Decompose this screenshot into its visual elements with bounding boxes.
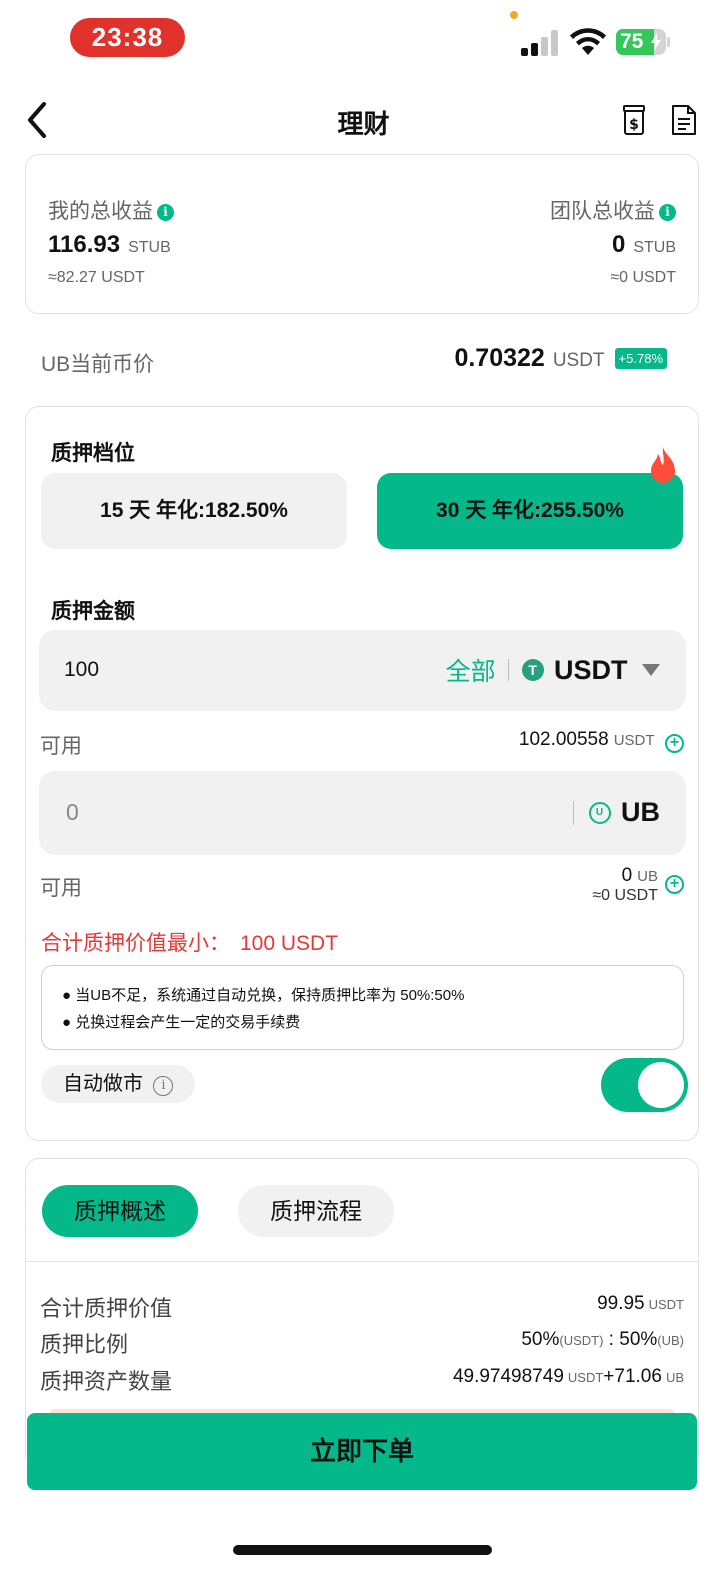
assets-ub-unit: UB bbox=[665, 1370, 684, 1385]
ub-available-approx: ≈0 USDT bbox=[592, 887, 658, 904]
ub-amount-field[interactable]: 0 U UB bbox=[39, 771, 686, 855]
assets-ub: +71.06 bbox=[603, 1366, 662, 1387]
min-stake-value: 100 USDT bbox=[240, 932, 339, 955]
assets-row: 49.97498749 USDT+71.06 UB bbox=[453, 1366, 684, 1388]
page-title: 理财 bbox=[337, 109, 390, 139]
note-text: 兑换过程会产生一定的交易手续费 bbox=[75, 1014, 301, 1031]
usdt-amount-input[interactable]: 100 bbox=[64, 658, 99, 682]
tier-15-day-button[interactable]: 15 天 年化:182.50% bbox=[41, 473, 347, 549]
assets-usdt-unit: USDT bbox=[567, 1370, 604, 1385]
team-earnings-label: 团队总收益 bbox=[550, 200, 655, 223]
ratio-row: 50%(USDT) : 50%(UB) bbox=[521, 1329, 684, 1351]
ratio-label: 质押比例 bbox=[40, 1332, 129, 1357]
total-value-unit: USDT bbox=[648, 1297, 684, 1312]
info-outline-icon[interactable]: i bbox=[153, 1076, 174, 1096]
note-item: ● 兑换过程会产生一定的交易手续费 bbox=[62, 1014, 301, 1031]
notes-box: ● 当UB不足，系统通过自动兑换，保持质押比率为 50%:50% ● 兑换过程会… bbox=[41, 965, 684, 1050]
ub-available-unit: UB bbox=[637, 868, 658, 885]
tab-stake-overview[interactable]: 质押概述 bbox=[42, 1185, 198, 1237]
privacy-indicator-dot bbox=[510, 11, 518, 19]
ratio-right: 50% bbox=[619, 1329, 658, 1350]
charging-bolt-icon bbox=[651, 33, 661, 51]
my-earnings-approx: ≈82.27 USDT bbox=[48, 269, 145, 286]
auto-market-label: 自动做市 bbox=[63, 1073, 143, 1095]
battery-tip bbox=[667, 37, 670, 47]
fire-icon bbox=[651, 447, 675, 483]
team-earnings-approx: ≈0 USDT bbox=[610, 269, 676, 286]
ratio-right-unit: (UB) bbox=[657, 1333, 684, 1348]
ratio-left-unit: (USDT) bbox=[559, 1333, 604, 1348]
battery-level: 75 bbox=[620, 30, 644, 53]
ub-available-block: 0 UB ≈0 USDT bbox=[592, 865, 658, 905]
ratio-separator: : bbox=[603, 1329, 620, 1350]
my-earnings-value-row: 116.93 STUB bbox=[48, 231, 171, 259]
battery-icon: 75 bbox=[616, 29, 666, 55]
divider bbox=[573, 800, 575, 825]
note-text: 当UB不足，系统通过自动兑换，保持质押比率为 50%:50% bbox=[75, 987, 465, 1004]
team-earnings: 团队总收益 i bbox=[550, 195, 676, 225]
dropdown-caret-icon[interactable] bbox=[642, 664, 660, 676]
usdt-available-value: 102.00558 bbox=[518, 729, 609, 750]
my-earnings-unit: STUB bbox=[128, 239, 171, 256]
ub-available-label: 可用 bbox=[40, 877, 82, 900]
place-order-button[interactable]: 立即下单 bbox=[27, 1413, 697, 1490]
team-earnings-value-row: 0 STUB bbox=[612, 231, 676, 259]
assets-label: 质押资产数量 bbox=[40, 1369, 173, 1394]
min-stake-notice: 合计质押价值最小： 100 USDT bbox=[41, 927, 338, 957]
usdt-amount-field[interactable]: 100 全部 T USDT bbox=[39, 630, 686, 711]
auto-market-chip: 自动做市 i bbox=[41, 1065, 196, 1103]
ub-price-unit: USDT bbox=[552, 350, 605, 371]
add-usdt-icon[interactable]: + bbox=[665, 734, 684, 753]
my-earnings-label: 我的总收益 bbox=[48, 200, 153, 223]
svg-text:$: $ bbox=[629, 117, 639, 133]
ratio-left: 50% bbox=[521, 1329, 560, 1350]
toggle-knob bbox=[638, 1062, 684, 1108]
wifi-icon bbox=[570, 28, 606, 55]
divider bbox=[26, 1261, 698, 1262]
earnings-card: 我的总收益 i 116.93 STUB ≈82.27 USDT 团队总收益 i 0 ST… bbox=[25, 154, 699, 314]
ub-currency-label: UB bbox=[621, 797, 660, 827]
tier-section-title: 质押档位 bbox=[51, 442, 135, 465]
stake-card: 质押档位 15 天 年化:182.50% 30 天 年化:255.50% 质押金… bbox=[25, 406, 699, 1141]
tab-stake-process[interactable]: 质押流程 bbox=[238, 1185, 394, 1237]
ub-available-value: 0 bbox=[621, 865, 633, 886]
total-value-label: 合计质押价值 bbox=[40, 1296, 173, 1321]
tether-coin-icon: T bbox=[521, 659, 544, 681]
ub-coin-icon: U bbox=[588, 801, 611, 824]
money-jar-icon[interactable]: $ bbox=[620, 104, 648, 136]
total-value: 99.95 bbox=[597, 1293, 645, 1314]
document-icon[interactable] bbox=[670, 104, 698, 136]
divider bbox=[508, 659, 510, 681]
my-earnings: 我的总收益 i bbox=[48, 195, 174, 225]
team-earnings-value: 0 bbox=[611, 231, 626, 258]
usdt-available-unit: USDT bbox=[613, 732, 655, 749]
price-change-badge: +5.78% bbox=[614, 348, 667, 369]
info-icon[interactable]: i bbox=[659, 204, 676, 221]
status-time: 23:38 bbox=[70, 18, 185, 57]
min-stake-label: 合计质押价值最小： bbox=[41, 932, 230, 955]
ub-currency-group: U UB bbox=[573, 797, 660, 828]
usdt-available-label: 可用 bbox=[40, 735, 82, 758]
cellular-signal-icon bbox=[521, 30, 559, 56]
usdt-available-row: 102.00558 USDT + bbox=[519, 729, 684, 753]
ub-price-value: 0.70322 bbox=[454, 344, 545, 372]
add-ub-icon[interactable]: + bbox=[665, 875, 684, 894]
assets-usdt: 49.97498749 bbox=[452, 1366, 564, 1387]
note-item: ● 当UB不足，系统通过自动兑换，保持质押比率为 50%:50% bbox=[62, 987, 465, 1004]
usdt-currency-group: 全部 T USDT bbox=[446, 652, 660, 688]
max-all-button[interactable]: 全部 bbox=[446, 658, 496, 686]
home-indicator[interactable] bbox=[233, 1545, 492, 1555]
total-value-row: 99.95 USDT bbox=[597, 1293, 684, 1315]
status-bar: 23:38 75 bbox=[0, 0, 727, 80]
tier-30-day-button[interactable]: 30 天 年化:255.50% bbox=[377, 473, 683, 549]
auto-market-toggle[interactable] bbox=[601, 1058, 688, 1112]
usdt-currency-selector[interactable]: USDT bbox=[554, 655, 628, 685]
ub-price-row: 0.70322 USDT +5.78% bbox=[454, 344, 667, 373]
ub-amount-input[interactable]: 0 bbox=[66, 799, 79, 826]
team-earnings-unit: STUB bbox=[633, 239, 676, 256]
ub-price-label: UB当前币价 bbox=[41, 353, 155, 376]
my-earnings-value: 116.93 bbox=[48, 231, 121, 258]
amount-section-title: 质押金额 bbox=[51, 600, 135, 623]
info-icon[interactable]: i bbox=[157, 204, 174, 221]
